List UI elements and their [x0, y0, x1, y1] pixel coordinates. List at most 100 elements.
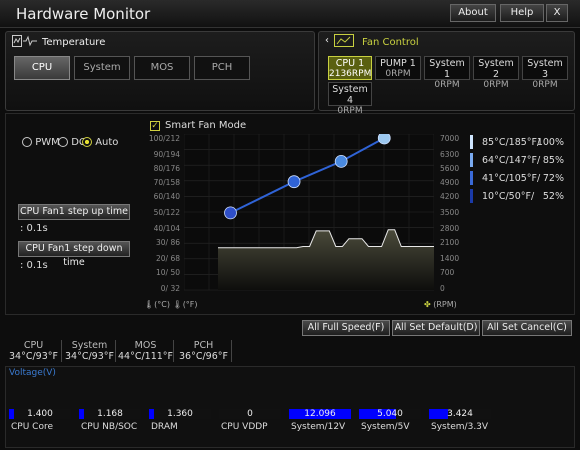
fan-rpm: 0RPM [532, 80, 558, 90]
y-left-tick: 20/ 68 [156, 254, 180, 263]
all-set-default-button[interactable]: All Set Default(D) [392, 320, 480, 336]
mode-pwm[interactable]: PWM [22, 137, 60, 148]
fan-tile-cpu1[interactable]: CPU 1 2136RPM [328, 56, 372, 80]
chevron-left-icon[interactable]: ‹ [325, 35, 329, 46]
legend-row: 10°C/50°F/52% [470, 189, 570, 205]
curve-point[interactable] [224, 206, 237, 220]
fan-tile-system3[interactable]: System 3 0RPM [522, 56, 568, 90]
voltage-panel [5, 366, 575, 448]
curve-legend: 85°C/185°F/100% 64°C/147°F/85% 41°C/105°F/… [470, 135, 570, 215]
curve-point[interactable] [287, 175, 301, 189]
fan-curve-chart[interactable] [184, 134, 434, 294]
voltage-name: CPU VDDP [221, 422, 268, 432]
sensor-mos: MOS 44°C/111°F [118, 340, 174, 362]
close-button[interactable]: X [546, 4, 568, 22]
fan-tile-system2[interactable]: System 2 0RPM [473, 56, 519, 90]
y-right-tick: 1400 [440, 254, 460, 263]
thermometer-icon: 🌡 [144, 300, 155, 309]
y-right-tick: 5600 [440, 164, 460, 173]
sensor-name: System [71, 340, 108, 351]
all-full-speed-button[interactable]: All Full Speed(F) [302, 320, 390, 336]
step-down-value: : 0.1s [20, 260, 48, 271]
voltage-name: CPU NB/SOC [81, 422, 138, 432]
y-left-tick: 100/212 [148, 134, 180, 143]
voltage-name: DRAM [151, 422, 178, 432]
legend-pct: 100% [536, 137, 564, 148]
smart-fan-checkbox[interactable]: ✓ [150, 121, 160, 131]
fan-tile-system4[interactable]: System 4 0RPM [328, 82, 372, 116]
voltage-value: 12.096 [304, 409, 336, 419]
curve-point[interactable] [377, 134, 391, 145]
voltage-value: 3.424 [447, 409, 473, 419]
radio-pwm[interactable] [22, 137, 32, 147]
y-right-tick: 2800 [440, 224, 460, 233]
legend-temp: 10°C/50°F/ [482, 191, 535, 202]
fan-name: System 1 [429, 58, 465, 80]
legend-pct: 52% [542, 191, 564, 202]
mode-auto[interactable]: Auto [82, 137, 118, 148]
fan-name: System 2 [478, 58, 514, 80]
legend-swatch [470, 153, 473, 167]
fan-tile-system1[interactable]: System 1 0RPM [424, 56, 470, 90]
sensor-name: CPU [23, 340, 44, 351]
tab-pch[interactable]: PCH [194, 56, 250, 80]
fan-rpm: 0RPM [434, 80, 460, 90]
fan-name: CPU 1 [335, 58, 365, 69]
sensor-pch: PCH 36°C/96°F [176, 340, 232, 362]
legend-row: 85°C/185°F/100% [470, 135, 570, 151]
voltage-name: System/12V [291, 422, 346, 432]
legend-temp: 85°C/185°F/ [482, 137, 541, 148]
voltage-title: Voltage(V) [9, 368, 56, 378]
radio-dc[interactable] [58, 137, 68, 147]
tab-system[interactable]: System [74, 56, 130, 80]
temperature-title: Temperature [42, 37, 106, 48]
all-set-cancel-button[interactable]: All Set Cancel(C) [482, 320, 572, 336]
sensor-value: 34°C/93°F [65, 351, 114, 362]
smart-fan-label: Smart Fan Mode [165, 120, 247, 131]
fan-name: System 3 [527, 58, 563, 80]
voltage-name: CPU Core [11, 422, 53, 432]
y-right-tick: 700 [440, 268, 455, 277]
legend-temp: 41°C/105°F/ [482, 173, 541, 184]
tab-cpu[interactable]: CPU [14, 56, 70, 80]
fan-icon: ✤ [424, 300, 431, 309]
sensor-value: 34°C/93°F [9, 351, 58, 362]
curve-point[interactable] [334, 154, 348, 168]
legend-row: 41°C/105°F/72% [470, 171, 570, 187]
y-right-tick: 6300 [440, 150, 460, 159]
fan-tile-pump1[interactable]: PUMP 1 0RPM [375, 56, 421, 80]
radio-auto[interactable] [82, 137, 92, 147]
fan-control-icon [334, 34, 354, 50]
voltage-name: System/3.3V [431, 422, 489, 432]
tab-mos[interactable]: MOS [134, 56, 190, 80]
legend-swatch [470, 189, 473, 203]
legend-temp: 64°C/147°F/ [482, 155, 541, 166]
y-left-tick: 70/158 [153, 178, 180, 187]
fan-name: System 4 [332, 84, 368, 106]
sensor-name: PCH [193, 340, 214, 351]
mode-auto-label: Auto [95, 137, 119, 148]
y-right-tick: 7000 [440, 134, 460, 143]
step-up-button[interactable]: CPU Fan1 step up time [18, 204, 130, 220]
fan-rpm: 2136RPM [329, 69, 372, 79]
step-up-value: : 0.1s [20, 223, 48, 234]
sensor-cpu: CPU 34°C/93°F [6, 340, 62, 362]
thermometer-icon: 🌡 [172, 300, 183, 309]
fan-rpm: 0RPM [385, 69, 411, 79]
y-right-tick: 0 [440, 284, 445, 293]
y-right-tick: 3500 [440, 208, 460, 217]
legend-swatch [470, 135, 473, 149]
step-down-button[interactable]: CPU Fan1 step down time [18, 241, 130, 268]
about-button[interactable]: About [450, 4, 496, 22]
y-left-tick: 80/176 [153, 164, 180, 173]
sensor-name: MOS [134, 340, 157, 351]
voltage-value: 5.040 [377, 409, 403, 419]
temp-unit-c: 🌡(°C) 🌡(°F) [144, 300, 198, 309]
y-axis-left: 100/212 90/194 80/176 70/158 60/140 50/1… [140, 134, 180, 294]
sensor-system: System 34°C/93°F [64, 340, 116, 362]
y-left-tick: 40/104 [153, 224, 180, 233]
voltage-value: 1.360 [167, 409, 193, 419]
y-right-tick: 4200 [440, 192, 460, 201]
y-left-tick: 90/194 [153, 150, 180, 159]
help-button[interactable]: Help [500, 4, 544, 22]
